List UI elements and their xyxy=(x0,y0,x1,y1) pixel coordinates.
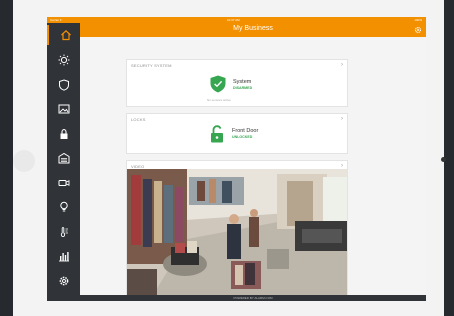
sidebar-item-reports[interactable] xyxy=(47,246,80,266)
page-title: My Business xyxy=(233,25,273,32)
device-frame: Carrier ▾ 10:37 AM 100% My Business SECU… xyxy=(0,0,454,316)
background-left xyxy=(0,0,13,316)
video-camera-icon xyxy=(58,180,69,186)
sidebar-item-security[interactable] xyxy=(47,75,80,95)
lightbulb-icon xyxy=(59,201,68,212)
sidebar-item-garage[interactable] xyxy=(47,148,80,168)
lock-name: Front Door xyxy=(232,128,259,134)
video-feed[interactable] xyxy=(127,169,347,301)
unlocked-lock-icon xyxy=(211,125,223,143)
store-camera-image xyxy=(127,169,347,301)
sidebar-item-home[interactable] xyxy=(47,25,82,45)
system-name: System xyxy=(233,79,252,85)
lightbulb-rays-icon xyxy=(58,54,69,66)
home-icon xyxy=(60,29,71,41)
sidebar xyxy=(47,23,80,301)
locks-card[interactable]: LOCKS › Front Door UNLOCKED xyxy=(126,113,348,154)
chevron-right-icon: › xyxy=(341,116,343,122)
video-card[interactable]: VIDEO › xyxy=(126,160,348,301)
sidebar-item-video[interactable] xyxy=(47,173,80,193)
sidebar-item-locks[interactable] xyxy=(47,124,80,144)
security-footer-text: No sensors active xyxy=(207,98,231,102)
app-footer: POWERED BY ALARM.COM xyxy=(80,295,426,301)
sidebar-item-images[interactable] xyxy=(47,99,80,119)
chevron-right-icon: › xyxy=(341,62,343,68)
app-header: My Business xyxy=(80,23,426,37)
status-time: 10:37 AM xyxy=(227,18,240,22)
sidebar-item-thermostat[interactable] xyxy=(47,222,80,242)
lock-status-badge: UNLOCKED xyxy=(232,135,253,139)
main-content: SECURITY SYSTEM › System DISARMED No sen… xyxy=(80,37,426,301)
settings-icon xyxy=(59,276,68,286)
thermostat-icon xyxy=(60,227,68,238)
garage-icon xyxy=(58,152,69,164)
status-battery: 100% xyxy=(414,18,422,22)
card-label-security: SECURITY SYSTEM xyxy=(131,63,172,68)
image-icon xyxy=(58,104,69,114)
sidebar-item-settings[interactable] xyxy=(47,271,80,291)
front-camera xyxy=(441,157,446,162)
home-button[interactable] xyxy=(13,150,35,172)
security-system-card[interactable]: SECURITY SYSTEM › System DISARMED No sen… xyxy=(126,59,348,107)
gear-icon[interactable] xyxy=(414,26,422,34)
sidebar-item-lights[interactable] xyxy=(47,50,80,70)
app-screen: Carrier ▾ 10:37 AM 100% My Business SECU… xyxy=(47,17,426,301)
lock-icon xyxy=(60,129,67,139)
bar-chart-icon xyxy=(58,252,69,262)
sidebar-item-light[interactable] xyxy=(47,197,80,217)
shield-icon xyxy=(58,79,69,91)
status-carrier: Carrier ▾ xyxy=(50,18,62,22)
system-status-badge: DISARMED xyxy=(233,86,253,90)
brand-footer: POWERED BY ALARM.COM xyxy=(233,296,273,300)
shield-check-icon xyxy=(210,75,226,93)
card-label-locks: LOCKS xyxy=(131,117,146,122)
